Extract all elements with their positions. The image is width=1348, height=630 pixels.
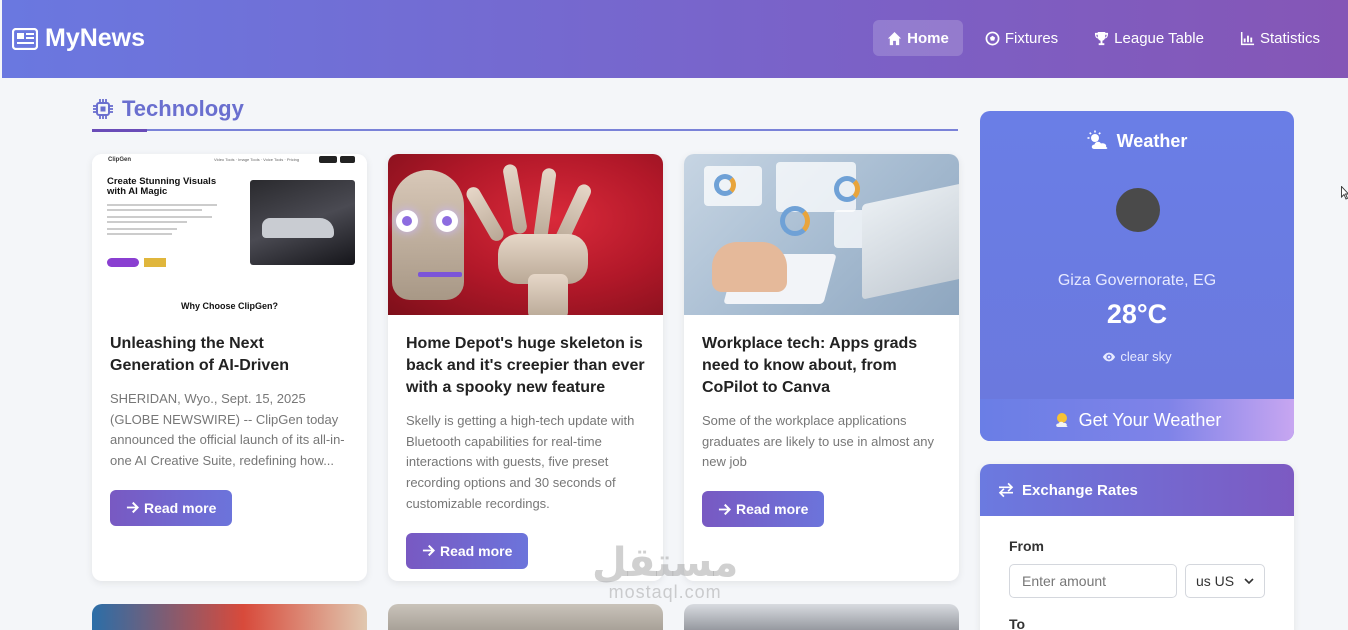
mock-headline: Create Stunning Visuals with AI Magic (107, 176, 217, 197)
section-divider-accent (92, 129, 147, 132)
watermark-arabic: مستقل (592, 540, 739, 586)
section-divider (92, 129, 958, 131)
newspaper-icon (12, 27, 38, 50)
get-weather-button[interactable]: Get Your Weather (980, 399, 1294, 441)
article-image[interactable] (388, 154, 663, 315)
arrow-right-icon (718, 503, 731, 515)
weather-temperature: 28°C (1106, 299, 1168, 329)
article-summary: Skelly is getting a high-tech update wit… (406, 413, 635, 511)
read-more-label: Read more (736, 501, 809, 518)
sun-cloud-icon (1055, 413, 1068, 427)
to-label: To (1009, 616, 1026, 630)
arrow-right-icon (422, 544, 435, 557)
article-title[interactable]: Workplace tech: Apps grads need to know … (702, 333, 941, 399)
exchange-rates-card: Exchange Rates From Enter amount us US T… (980, 464, 1294, 630)
article-image[interactable]: ClipGen Video Tools · Image Tools · Voic… (92, 154, 367, 315)
weather-title: Weather (1116, 130, 1188, 151)
article-card-partial[interactable] (684, 604, 959, 630)
weather-condition-icon (1116, 188, 1160, 232)
weather-description-text: clear sky (1120, 349, 1172, 364)
section-title-text: Technology (122, 96, 244, 121)
article-card: ClipGen Video Tools · Image Tools · Voic… (92, 154, 367, 581)
watermark-latin: mostaql.com (608, 582, 722, 602)
hand (712, 242, 787, 292)
skeleton-wrist (528, 274, 568, 315)
article-card: Workplace tech: Apps grads need to know … (684, 154, 959, 581)
nav-league-table-label: League Table (1114, 29, 1204, 47)
mock-button (340, 156, 355, 163)
currency-value: us US (1196, 573, 1235, 589)
read-more-label: Read more (440, 542, 513, 559)
amount-input[interactable]: Enter amount (1009, 564, 1177, 598)
chart-icon (1240, 31, 1255, 45)
mock-text-lines (107, 204, 227, 238)
get-weather-label: Get Your Weather (1078, 409, 1222, 430)
mock-button (319, 156, 337, 163)
article-summary: Some of the workplace applications gradu… (702, 413, 934, 470)
donut-chart (780, 206, 810, 236)
weather-location: Giza Governorate, EG (1057, 272, 1217, 289)
mock-cta (107, 258, 139, 267)
nav-league-table[interactable]: League Table (1080, 20, 1218, 56)
currency-select[interactable]: us US (1185, 564, 1265, 598)
cloud-sun-icon (1087, 130, 1107, 149)
article-summary: SHERIDAN, Wyo., Sept. 15, 2025 (GLOBE NE… (110, 391, 345, 469)
glowing-eye (396, 210, 418, 232)
brand-name: MyNews (45, 24, 146, 52)
skeleton-skull (392, 170, 464, 300)
article-title[interactable]: Home Depot's huge skeleton is back and i… (406, 333, 645, 399)
glowing-eye (436, 210, 458, 232)
nav-home[interactable]: Home (873, 20, 963, 56)
trophy-icon (1095, 31, 1109, 45)
soccer-ball-icon (985, 31, 1000, 45)
read-more-label: Read more (144, 499, 217, 516)
chevron-down-icon (1244, 578, 1254, 585)
skeleton-mouth (418, 272, 462, 277)
mock-logo: ClipGen (108, 157, 132, 163)
weather-description: clear sky (980, 349, 1294, 364)
article-card-partial[interactable] (388, 604, 663, 630)
exchange-title: Exchange Rates (1022, 481, 1138, 499)
read-more-button[interactable]: Read more (406, 532, 529, 569)
donut-chart (834, 176, 860, 202)
brand-link[interactable]: MyNews (12, 24, 145, 53)
article-title[interactable]: Unleashing the Next Generation of AI-Dri… (110, 333, 349, 377)
eye-icon (1103, 352, 1116, 361)
from-label: From (1009, 538, 1044, 554)
nav-statistics-label: Statistics (1259, 29, 1320, 47)
read-more-button[interactable]: Read more (702, 491, 825, 528)
mock-badge (144, 258, 166, 267)
nav-statistics[interactable]: Statistics (1226, 20, 1334, 56)
nav-home-label: Home (907, 29, 949, 47)
article-card-partial[interactable] (92, 604, 367, 630)
skeleton-finger (463, 184, 507, 244)
top-navbar: MyNews Home Fixtures League Table Statis… (2, 0, 1348, 78)
donut-chart (714, 174, 736, 196)
skeleton-finger (502, 163, 528, 235)
arrow-right-icon (126, 502, 139, 514)
skeleton-finger (533, 167, 557, 241)
mock-subheading: Why Choose ClipGen? (180, 301, 278, 311)
nav-fixtures[interactable]: Fixtures (971, 20, 1072, 56)
nav-fixtures-label: Fixtures (1004, 29, 1059, 47)
weather-card: Weather Giza Governorate, EG 28°C clear … (980, 111, 1294, 441)
mock-nav-links: Video Tools · Image Tools · Voice Tools … (214, 157, 300, 162)
laptop (862, 183, 959, 300)
mouse-cursor-icon (1341, 186, 1348, 200)
main-nav: Home Fixtures League Table Statistics (865, 20, 1334, 56)
home-icon (888, 31, 902, 45)
mock-car-photo (250, 180, 355, 265)
exchange-arrows-icon (998, 482, 1014, 498)
section-title: Technology (92, 96, 244, 122)
watermark: مستقل mostaql.com (592, 540, 738, 603)
weather-header: Weather (980, 130, 1294, 152)
chip-icon (93, 99, 113, 119)
read-more-button[interactable]: Read more (110, 489, 233, 526)
article-image[interactable] (684, 154, 959, 315)
exchange-header: Exchange Rates (980, 464, 1294, 516)
article-card: Home Depot's huge skeleton is back and i… (388, 154, 663, 581)
